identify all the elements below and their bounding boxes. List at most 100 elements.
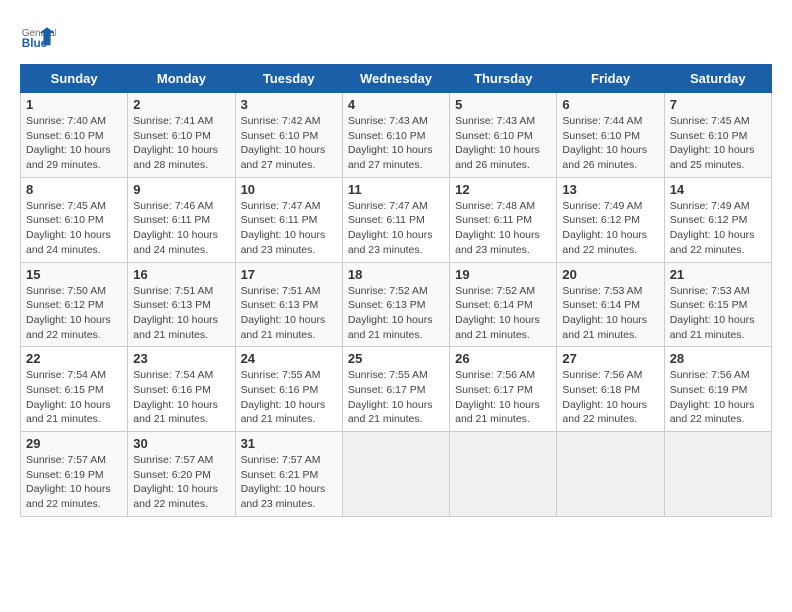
day-info: Sunrise: 7:42 AM Sunset: 6:10 PM Dayligh… <box>241 114 337 173</box>
calendar-cell: 23Sunrise: 7:54 AM Sunset: 6:16 PM Dayli… <box>128 347 235 432</box>
day-info: Sunrise: 7:48 AM Sunset: 6:11 PM Dayligh… <box>455 199 551 258</box>
day-number: 24 <box>241 351 337 366</box>
day-number: 28 <box>670 351 766 366</box>
calendar-cell <box>664 432 771 517</box>
calendar-cell: 12 Sunrise: 7:48 AM Sunset: 6:11 PM Dayli… <box>450 177 557 262</box>
day-info: Sunrise: 7:41 AM Sunset: 6:10 PM Dayligh… <box>133 114 229 173</box>
day-number: 18 <box>348 267 444 282</box>
weekday-header-friday: Friday <box>557 65 664 93</box>
day-number: 16 <box>133 267 229 282</box>
calendar-cell: 9 Sunrise: 7:46 AM Sunset: 6:11 PM Daylig… <box>128 177 235 262</box>
day-number: 9 <box>133 182 229 197</box>
day-info: Sunrise: 7:56 AM Sunset: 6:17 PM Dayligh… <box>455 368 551 427</box>
day-info: Sunrise: 7:50 AM Sunset: 6:12 PM Dayligh… <box>26 284 122 343</box>
day-info: Sunrise: 7:51 AM Sunset: 6:13 PM Dayligh… <box>241 284 337 343</box>
calendar-cell: 27 Sunrise: 7:56 AM Sunset: 6:18 PM Dayli… <box>557 347 664 432</box>
day-number: 29 <box>26 436 122 451</box>
calendar-cell: 26 Sunrise: 7:56 AM Sunset: 6:17 PM Dayli… <box>450 347 557 432</box>
calendar-cell: 16 Sunrise: 7:51 AM Sunset: 6:13 PM Dayli… <box>128 262 235 347</box>
day-info: Sunrise: 7:57 AM Sunset: 6:20 PM Dayligh… <box>133 453 229 512</box>
calendar-cell: 10 Sunrise: 7:47 AM Sunset: 6:11 PM Dayli… <box>235 177 342 262</box>
calendar-cell <box>342 432 449 517</box>
day-info: Sunrise: 7:54 AM Sunset: 6:15 PM Dayligh… <box>26 368 122 427</box>
day-number: 26 <box>455 351 551 366</box>
day-info: Sunrise: 7:43 AM Sunset: 6:10 PM Dayligh… <box>348 114 444 173</box>
day-number: 27 <box>562 351 658 366</box>
weekday-header-monday: Monday <box>128 65 235 93</box>
calendar-cell <box>557 432 664 517</box>
weekday-header-wednesday: Wednesday <box>342 65 449 93</box>
day-info: Sunrise: 7:44 AM Sunset: 6:10 PM Dayligh… <box>562 114 658 173</box>
day-number: 31 <box>241 436 337 451</box>
day-info: Sunrise: 7:53 AM Sunset: 6:14 PM Dayligh… <box>562 284 658 343</box>
day-info: Sunrise: 7:57 AM Sunset: 6:19 PM Dayligh… <box>26 453 122 512</box>
calendar-cell: 17 Sunrise: 7:51 AM Sunset: 6:13 PM Dayli… <box>235 262 342 347</box>
day-number: 14 <box>670 182 766 197</box>
day-number: 7 <box>670 97 766 112</box>
day-info: Sunrise: 7:49 AM Sunset: 6:12 PM Dayligh… <box>562 199 658 258</box>
calendar-cell: 3 Sunrise: 7:42 AM Sunset: 6:10 PM Daylig… <box>235 93 342 178</box>
day-number: 3 <box>241 97 337 112</box>
calendar-cell: 19 Sunrise: 7:52 AM Sunset: 6:14 PM Dayli… <box>450 262 557 347</box>
calendar-cell: 25 Sunrise: 7:55 AM Sunset: 6:17 PM Dayli… <box>342 347 449 432</box>
calendar-cell: 4 Sunrise: 7:43 AM Sunset: 6:10 PM Daylig… <box>342 93 449 178</box>
day-number: 30 <box>133 436 229 451</box>
day-info: Sunrise: 7:46 AM Sunset: 6:11 PM Dayligh… <box>133 199 229 258</box>
weekday-header-sunday: Sunday <box>21 65 128 93</box>
day-info: Sunrise: 7:56 AM Sunset: 6:19 PM Dayligh… <box>670 368 766 427</box>
day-number: 6 <box>562 97 658 112</box>
day-number: 21 <box>670 267 766 282</box>
day-info: Sunrise: 7:43 AM Sunset: 6:10 PM Dayligh… <box>455 114 551 173</box>
weekday-header-saturday: Saturday <box>664 65 771 93</box>
day-info: Sunrise: 7:57 AM Sunset: 6:21 PM Dayligh… <box>241 453 337 512</box>
calendar-cell: 14 Sunrise: 7:49 AM Sunset: 6:12 PM Dayli… <box>664 177 771 262</box>
day-info: Sunrise: 7:47 AM Sunset: 6:11 PM Dayligh… <box>241 199 337 258</box>
day-info: Sunrise: 7:52 AM Sunset: 6:13 PM Dayligh… <box>348 284 444 343</box>
day-number: 15 <box>26 267 122 282</box>
calendar-cell: 7 Sunrise: 7:45 AM Sunset: 6:10 PM Daylig… <box>664 93 771 178</box>
day-number: 2 <box>133 97 229 112</box>
weekday-header-thursday: Thursday <box>450 65 557 93</box>
calendar-cell: 8 Sunrise: 7:45 AM Sunset: 6:10 PM Daylig… <box>21 177 128 262</box>
calendar-cell <box>450 432 557 517</box>
day-info: Sunrise: 7:52 AM Sunset: 6:14 PM Dayligh… <box>455 284 551 343</box>
day-number: 8 <box>26 182 122 197</box>
calendar-cell: 6 Sunrise: 7:44 AM Sunset: 6:10 PM Daylig… <box>557 93 664 178</box>
calendar-cell: 2 Sunrise: 7:41 AM Sunset: 6:10 PM Daylig… <box>128 93 235 178</box>
day-number: 10 <box>241 182 337 197</box>
logo: General Blue <box>20 20 60 56</box>
calendar-cell: 18 Sunrise: 7:52 AM Sunset: 6:13 PM Dayli… <box>342 262 449 347</box>
calendar-cell: 13 Sunrise: 7:49 AM Sunset: 6:12 PM Dayli… <box>557 177 664 262</box>
day-info: Sunrise: 7:47 AM Sunset: 6:11 PM Dayligh… <box>348 199 444 258</box>
day-number: 20 <box>562 267 658 282</box>
day-info: Sunrise: 7:49 AM Sunset: 6:12 PM Dayligh… <box>670 199 766 258</box>
day-number: 12 <box>455 182 551 197</box>
day-info: Sunrise: 7:40 AM Sunset: 6:10 PM Dayligh… <box>26 114 122 173</box>
day-number: 17 <box>241 267 337 282</box>
day-info: Sunrise: 7:55 AM Sunset: 6:17 PM Dayligh… <box>348 368 444 427</box>
day-number: 13 <box>562 182 658 197</box>
day-info: Sunrise: 7:56 AM Sunset: 6:18 PM Dayligh… <box>562 368 658 427</box>
day-info: Sunrise: 7:45 AM Sunset: 6:10 PM Dayligh… <box>26 199 122 258</box>
day-info: Sunrise: 7:55 AM Sunset: 6:16 PM Dayligh… <box>241 368 337 427</box>
day-number: 11 <box>348 182 444 197</box>
day-number: 19 <box>455 267 551 282</box>
calendar-cell: 22 Sunrise: 7:54 AM Sunset: 6:15 PM Dayli… <box>21 347 128 432</box>
calendar-cell: 15 Sunrise: 7:50 AM Sunset: 6:12 PM Dayli… <box>21 262 128 347</box>
header: General Blue <box>20 20 772 56</box>
day-info: Sunrise: 7:51 AM Sunset: 6:13 PM Dayligh… <box>133 284 229 343</box>
day-info: Sunrise: 7:45 AM Sunset: 6:10 PM Dayligh… <box>670 114 766 173</box>
calendar-cell: 20 Sunrise: 7:53 AM Sunset: 6:14 PM Dayli… <box>557 262 664 347</box>
day-number: 23 <box>133 351 229 366</box>
day-number: 22 <box>26 351 122 366</box>
calendar-cell: 1Sunrise: 7:40 AM Sunset: 6:10 PM Daylig… <box>21 93 128 178</box>
day-number: 25 <box>348 351 444 366</box>
calendar-cell: 29 Sunrise: 7:57 AM Sunset: 6:19 PM Dayli… <box>21 432 128 517</box>
calendar-cell: 28 Sunrise: 7:56 AM Sunset: 6:19 PM Dayli… <box>664 347 771 432</box>
calendar-cell: 31 Sunrise: 7:57 AM Sunset: 6:21 PM Dayli… <box>235 432 342 517</box>
calendar-cell: 11 Sunrise: 7:47 AM Sunset: 6:11 PM Dayli… <box>342 177 449 262</box>
day-number: 4 <box>348 97 444 112</box>
calendar-cell: 21Sunrise: 7:53 AM Sunset: 6:15 PM Dayli… <box>664 262 771 347</box>
weekday-header-tuesday: Tuesday <box>235 65 342 93</box>
calendar-cell: 5Sunrise: 7:43 AM Sunset: 6:10 PM Daylig… <box>450 93 557 178</box>
